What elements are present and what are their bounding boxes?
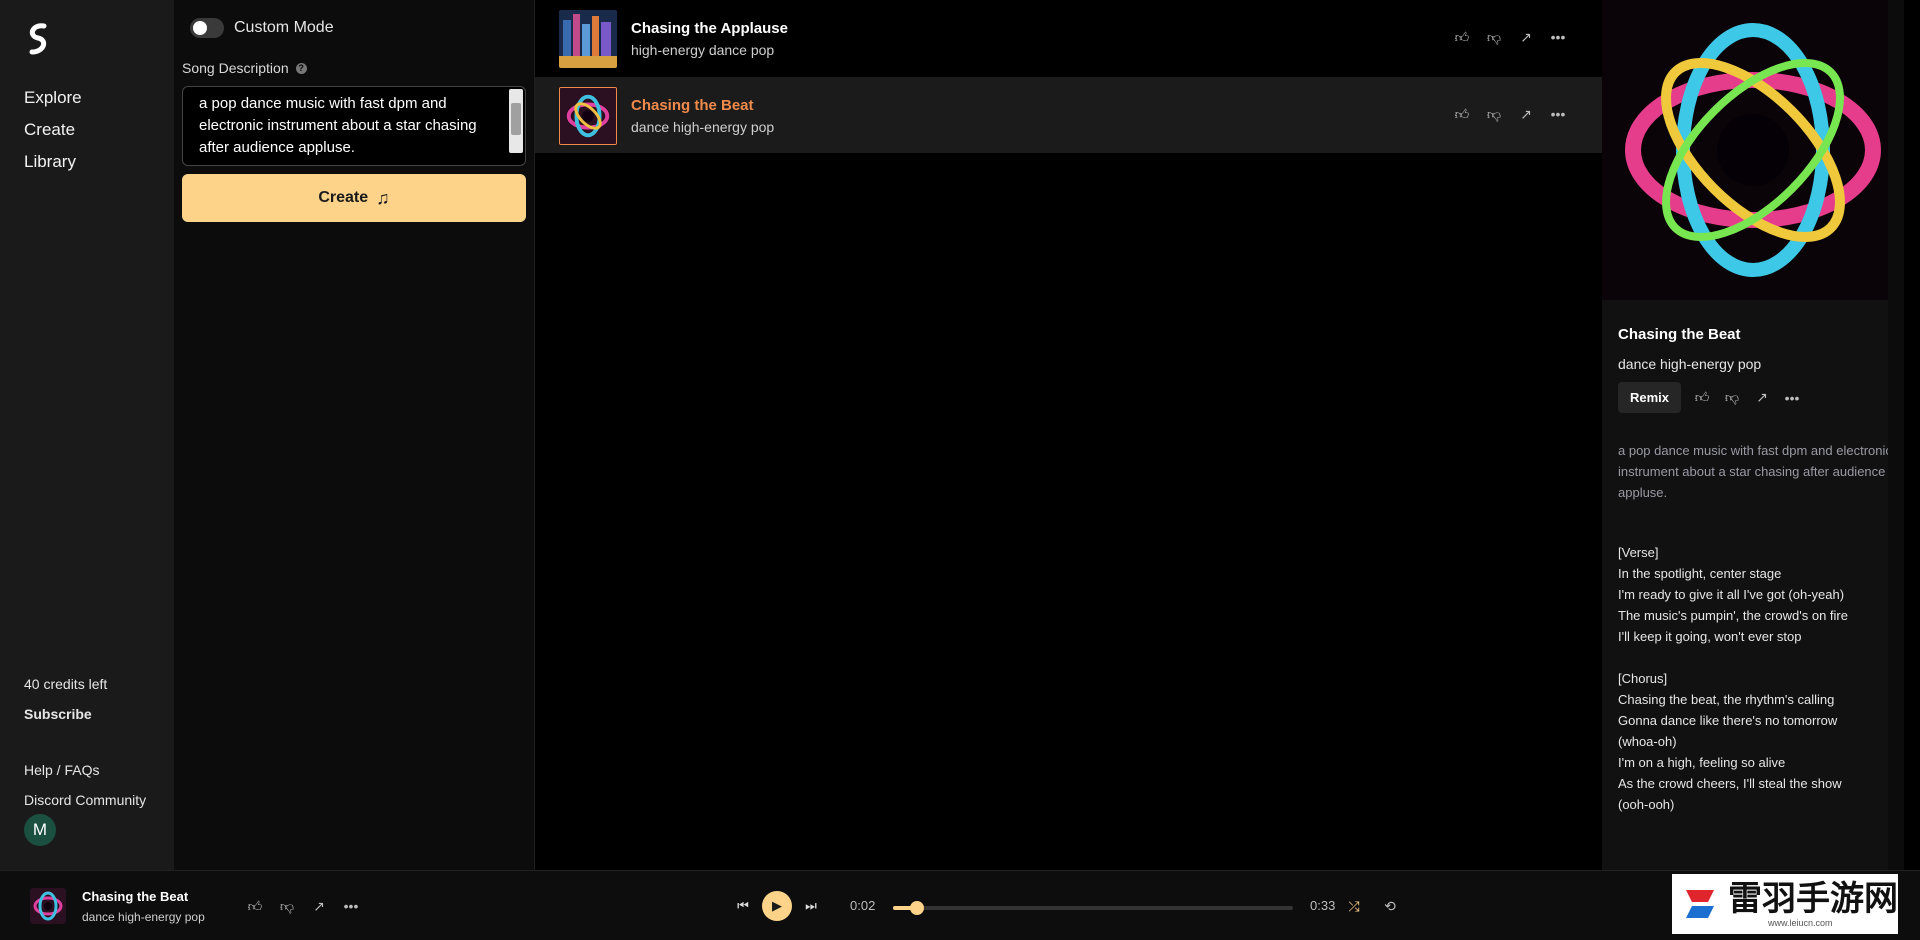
- lyrics-text: [Verse] In the spotlight, center stage I…: [1618, 545, 1848, 812]
- share-icon[interactable]: ↗: [1517, 28, 1535, 46]
- play-button[interactable]: ▶: [762, 891, 792, 921]
- credits-left: 40 credits left: [24, 676, 108, 692]
- detail-description: a pop dance music with fast dpm and elec…: [1618, 443, 1892, 500]
- player-cover-image: [30, 888, 66, 924]
- song-row-chasing-the-applause[interactable]: Chasing the Applause high-energy dance p…: [535, 0, 1603, 76]
- more-icon[interactable]: •••: [1549, 105, 1567, 123]
- nav-links: Explore Create Library: [24, 88, 82, 184]
- detail-scrollbar[interactable]: [1888, 0, 1904, 870]
- next-track-icon[interactable]: ⏭: [802, 897, 820, 915]
- more-icon[interactable]: •••: [1783, 389, 1801, 407]
- custom-mode-row: Custom Mode: [190, 18, 334, 38]
- create-panel: Custom Mode Song Description ? a pop dan…: [174, 0, 534, 870]
- player-extra-controls: ⤮ ⟲: [1345, 897, 1399, 915]
- create-button[interactable]: Create ♫: [182, 174, 526, 222]
- song-actions: 👍︎ 👎︎ ↗ •••: [1453, 28, 1567, 46]
- song-list: Chasing the Applause high-energy dance p…: [534, 0, 1603, 870]
- previous-track-icon[interactable]: ⏮: [734, 897, 752, 915]
- avatar[interactable]: M: [24, 814, 56, 846]
- song-cover-image: [559, 87, 617, 145]
- repeat-icon[interactable]: ⟲: [1381, 897, 1399, 915]
- song-title[interactable]: Chasing the Applause: [631, 20, 788, 37]
- progress-knob[interactable]: [910, 901, 924, 915]
- detail-actions: Remix 👍︎ 👎︎ ↗ •••: [1618, 382, 1801, 413]
- nav-library[interactable]: Library: [24, 152, 82, 172]
- app-root: Explore Create Library 40 credits left S…: [0, 0, 1920, 940]
- watermark-url: www.leiucn.com: [1768, 918, 1833, 928]
- custom-mode-label: Custom Mode: [234, 19, 334, 36]
- watermark-text-block: 雷羽手游网 www.leiucn.com: [1728, 880, 1898, 928]
- help-icon[interactable]: ?: [295, 62, 307, 74]
- current-time: 0:02: [850, 898, 876, 913]
- help-faqs-link[interactable]: Help / FAQs: [24, 762, 146, 778]
- shuffle-icon[interactable]: ⤮: [1345, 897, 1363, 915]
- share-icon[interactable]: ↗: [1517, 105, 1535, 123]
- more-icon[interactable]: •••: [342, 897, 360, 915]
- song-actions: 👍︎ 👎︎ ↗ •••: [1453, 105, 1567, 123]
- detail-tags: dance high-energy pop: [1618, 356, 1762, 372]
- thumbs-up-icon[interactable]: 👍︎: [246, 897, 264, 915]
- player-actions: 👍︎ 👎︎ ↗ •••: [246, 897, 360, 915]
- sidebar: Explore Create Library 40 credits left S…: [0, 0, 174, 870]
- share-icon[interactable]: ↗: [310, 897, 328, 915]
- scrollbar-thumb[interactable]: [511, 103, 521, 135]
- song-title[interactable]: Chasing the Beat: [631, 97, 754, 114]
- player-title[interactable]: Chasing the Beat: [82, 889, 188, 904]
- thumbs-up-icon[interactable]: 👍︎: [1453, 28, 1471, 46]
- song-cover-image: [559, 10, 617, 68]
- song-row-chasing-the-beat[interactable]: Chasing the Beat dance high-energy pop 👍…: [535, 77, 1603, 153]
- nav-explore[interactable]: Explore: [24, 88, 82, 108]
- player-bar: Chasing the Beat dance high-energy pop 👍…: [0, 870, 1920, 940]
- suno-logo-icon[interactable]: [22, 22, 56, 56]
- thumbs-down-icon[interactable]: 👎︎: [1485, 28, 1503, 46]
- thumbs-down-icon[interactable]: 👎︎: [1485, 105, 1503, 123]
- song-tags: dance high-energy pop: [631, 119, 775, 135]
- share-icon[interactable]: ↗: [1753, 389, 1771, 407]
- nav-create[interactable]: Create: [24, 120, 82, 140]
- music-note-icon: ♫: [376, 187, 390, 208]
- remix-button[interactable]: Remix: [1618, 382, 1682, 413]
- song-detail-panel: Chasing the Beat dance high-energy pop R…: [1602, 0, 1904, 870]
- create-button-label: Create: [318, 189, 369, 206]
- song-cover-art: [1602, 0, 1904, 300]
- player-tags: dance high-energy pop: [82, 910, 205, 924]
- song-description-input[interactable]: a pop dance music with fast dpm and elec…: [182, 86, 526, 166]
- watermark-text: 雷羽手游网: [1728, 879, 1898, 919]
- duration-time: 0:33: [1310, 898, 1336, 913]
- song-description-label: Song Description: [182, 60, 289, 76]
- nav-bottom: 40 credits left Subscribe Help / FAQs Di…: [24, 676, 146, 808]
- song-description-text: a pop dance music with fast dpm and elec…: [199, 95, 477, 156]
- detail-title: Chasing the Beat: [1618, 326, 1741, 343]
- thumbs-down-icon[interactable]: 👎︎: [278, 897, 296, 915]
- subscribe-link[interactable]: Subscribe: [24, 706, 146, 722]
- more-icon[interactable]: •••: [1549, 28, 1567, 46]
- thumbs-down-icon[interactable]: 👎︎: [1723, 389, 1741, 407]
- song-description-heading: Song Description ?: [182, 60, 307, 76]
- playback-controls: ⏮ ▶ ⏭: [734, 891, 820, 921]
- custom-mode-toggle[interactable]: [190, 18, 224, 38]
- watermark: 雷羽手游网 www.leiucn.com: [1672, 874, 1898, 934]
- description-scrollbar[interactable]: [509, 89, 523, 153]
- progress-bar[interactable]: [893, 901, 1293, 915]
- watermark-logo-icon: [1686, 890, 1714, 918]
- thumbs-up-icon[interactable]: 👍︎: [1453, 105, 1471, 123]
- discord-community-link[interactable]: Discord Community: [24, 792, 146, 808]
- song-tags: high-energy dance pop: [631, 42, 775, 58]
- thumbs-up-icon[interactable]: 👍︎: [1693, 389, 1711, 407]
